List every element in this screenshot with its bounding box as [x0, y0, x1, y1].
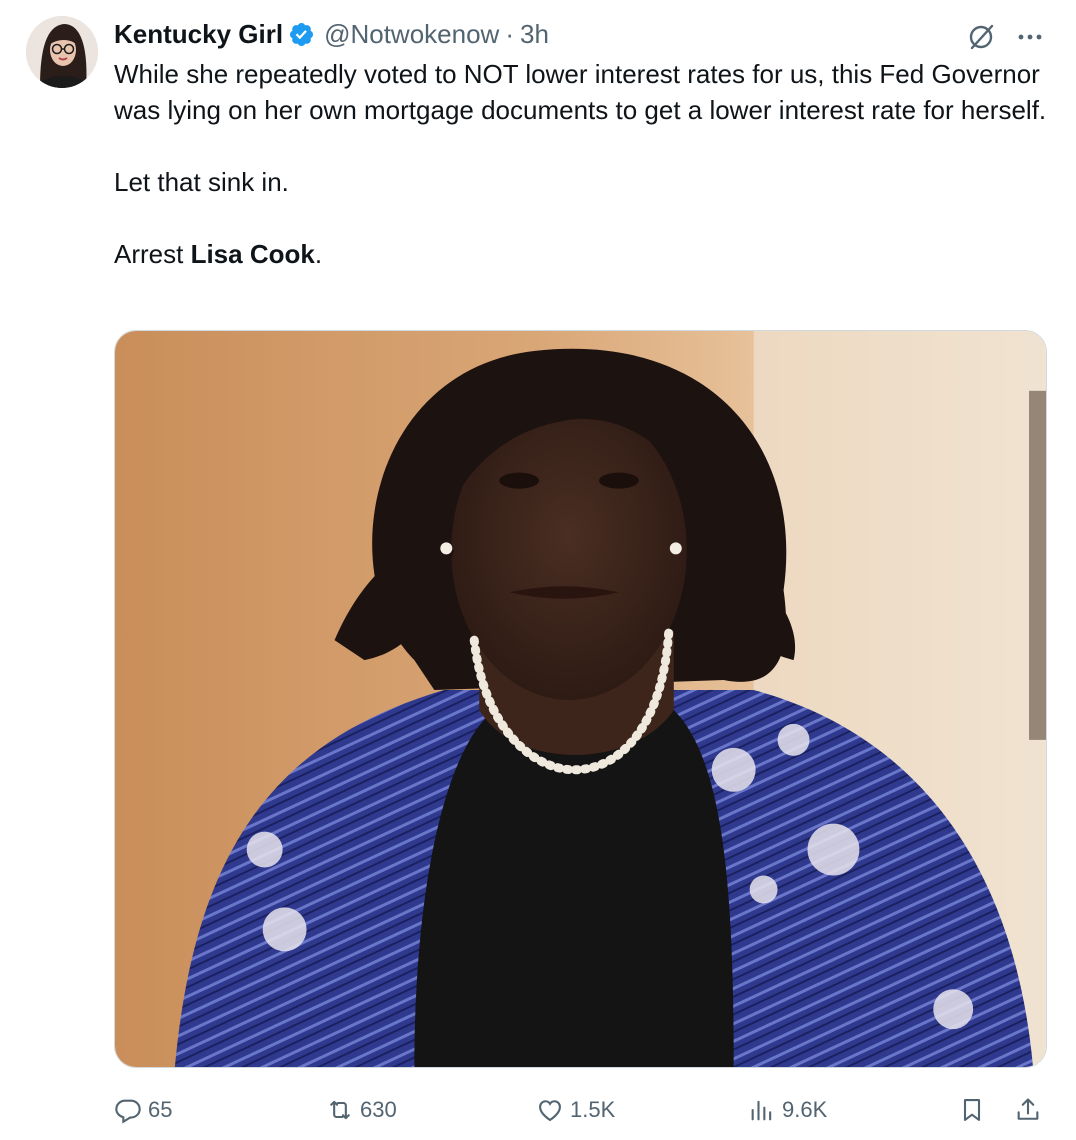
period-text: . — [314, 239, 323, 269]
share-upload-icon — [1014, 1096, 1042, 1124]
avatar[interactable] — [26, 16, 98, 88]
heart-icon — [536, 1096, 564, 1124]
repost-count: 630 — [360, 1097, 397, 1122]
share-button[interactable] — [1014, 1090, 1048, 1130]
tweet-paragraph-3: Arrest Lisa Cook. — [114, 236, 1054, 272]
reply-count: 65 — [148, 1097, 173, 1122]
author-handle[interactable]: @Notwokenow — [324, 14, 499, 54]
tweet-body: While she repeatedly voted to NOT lower … — [114, 56, 1054, 272]
verified-badge-icon[interactable] — [288, 21, 315, 48]
tweet-header: Kentucky Girl @Notwokenow · 3h — [114, 14, 966, 54]
mention-name[interactable]: Lisa Cook — [191, 239, 315, 269]
tweet-paragraph-2: Let that sink in. — [114, 167, 289, 197]
author-name[interactable]: Kentucky Girl — [114, 14, 283, 54]
bookmark-icon — [958, 1096, 986, 1124]
tweet: Kentucky Girl @Notwokenow · 3h While she… — [0, 0, 1076, 1140]
bookmark-button[interactable] — [958, 1090, 992, 1130]
more-dots-icon[interactable] — [1012, 18, 1048, 56]
views-count: 9.6K — [782, 1097, 828, 1122]
grok-icon[interactable] — [962, 18, 1000, 56]
tweet-photo[interactable] — [114, 330, 1047, 1068]
separator-dot: · — [505, 19, 514, 49]
repost-button[interactable]: 630 — [326, 1090, 397, 1130]
tweet-time[interactable]: 3h — [520, 14, 549, 54]
tweet-actions: 65 630 1.5K 9.6K — [114, 1090, 1054, 1130]
photo-image — [115, 331, 1046, 1067]
reply-button[interactable]: 65 — [114, 1090, 172, 1130]
reply-bubble-icon — [114, 1096, 142, 1124]
bar-chart-icon — [748, 1096, 776, 1124]
avatar-image — [26, 16, 98, 88]
tweet-paragraph-1: While she repeatedly voted to NOT lower … — [114, 59, 1047, 125]
repost-arrows-icon — [326, 1096, 354, 1124]
views-button[interactable]: 9.6K — [748, 1090, 827, 1130]
like-count: 1.5K — [570, 1097, 616, 1122]
like-button[interactable]: 1.5K — [536, 1090, 615, 1130]
arrest-text: Arrest — [114, 239, 191, 269]
